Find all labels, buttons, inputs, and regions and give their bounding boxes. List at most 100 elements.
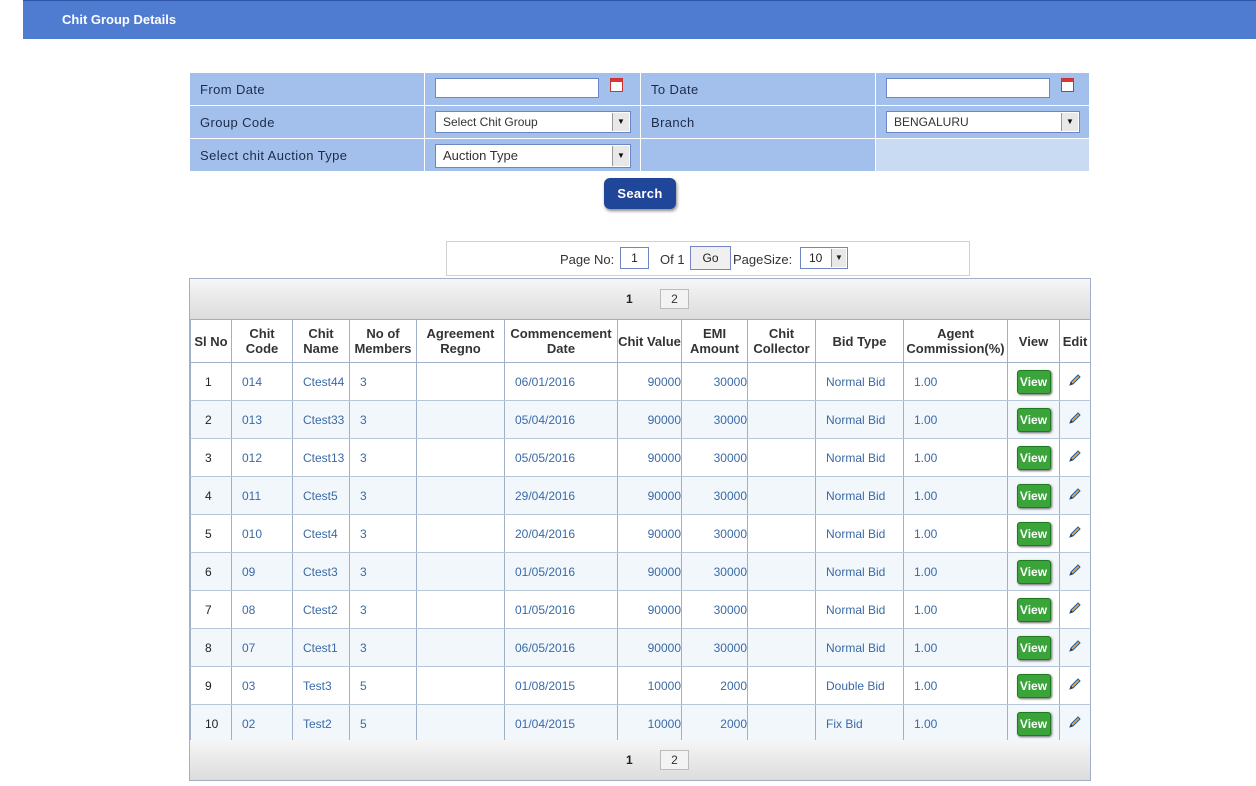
calendar-icon[interactable] (610, 78, 623, 92)
chevron-down-icon[interactable]: ▼ (612, 146, 629, 166)
sl-cell: 8 (190, 628, 232, 667)
group-code-select[interactable]: Select Chit Group ▼ (435, 111, 631, 133)
view-button[interactable]: View (1016, 635, 1051, 660)
chit-name-cell: Ctest13 (292, 438, 350, 477)
group-code-cell: Select Chit Group ▼ (424, 105, 641, 139)
page-link-2[interactable]: 2 (660, 750, 689, 770)
chit-code-cell: 013 (231, 400, 293, 439)
pencil-icon[interactable] (1068, 563, 1082, 577)
empty-cell (875, 138, 1090, 172)
empty-cell (640, 138, 876, 172)
agreement-cell (416, 590, 505, 629)
branch-select[interactable]: BENGALURU ▼ (886, 111, 1080, 133)
go-button[interactable]: Go (690, 246, 731, 270)
view-button[interactable]: View (1016, 483, 1051, 508)
chit-code-cell: 08 (231, 590, 293, 629)
table-row: 3 012 Ctest13 3 05/05/2016 90000 30000 Normal B… (190, 438, 1091, 477)
sl-cell: 7 (190, 590, 232, 629)
pencil-icon[interactable] (1068, 449, 1082, 463)
chit-value-cell: 10000 (617, 666, 682, 705)
search-button[interactable]: Search (604, 178, 676, 209)
page-no-input[interactable]: 1 (620, 247, 649, 269)
date-cell: 06/01/2016 (504, 362, 618, 401)
view-button[interactable]: View (1016, 521, 1051, 546)
pencil-icon[interactable] (1068, 487, 1082, 501)
page-link-2[interactable]: 2 (660, 289, 689, 309)
col-view: View (1007, 319, 1060, 363)
pencil-icon[interactable] (1068, 639, 1082, 653)
bid-type-cell: Normal Bid (815, 438, 904, 477)
collector-cell (747, 552, 816, 591)
view-button[interactable]: View (1016, 597, 1051, 622)
chevron-down-icon[interactable]: ▼ (831, 249, 846, 267)
from-date-input[interactable] (435, 78, 599, 98)
collector-cell (747, 362, 816, 401)
commission-cell: 1.00 (903, 590, 1008, 629)
view-cell: View (1007, 666, 1060, 705)
page-size-select[interactable]: 10 ▼ (800, 247, 848, 269)
edit-cell (1059, 476, 1091, 515)
chit-code-cell: 02 (231, 704, 293, 743)
sl-cell: 9 (190, 666, 232, 705)
emi-cell: 30000 (681, 514, 748, 553)
date-cell: 05/04/2016 (504, 400, 618, 439)
emi-cell: 2000 (681, 704, 748, 743)
from-date-cell (424, 72, 641, 106)
to-date-cell (875, 72, 1090, 106)
auction-type-select[interactable]: Auction Type ▼ (435, 144, 631, 168)
auction-type-label: Select chit Auction Type (189, 138, 425, 172)
chit-name-cell: Test2 (292, 704, 350, 743)
table-body: 1 014 Ctest44 3 06/01/2016 90000 30000 Normal B… (190, 362, 1091, 743)
col-members: No of Members (349, 319, 417, 363)
agreement-cell (416, 362, 505, 401)
current-page: 1 (626, 753, 633, 767)
calendar-icon[interactable] (1061, 78, 1074, 92)
agreement-cell (416, 666, 505, 705)
branch-cell: BENGALURU ▼ (875, 105, 1090, 139)
edit-cell (1059, 666, 1091, 705)
members-cell: 3 (349, 514, 417, 553)
bid-type-cell: Normal Bid (815, 514, 904, 553)
view-button[interactable]: View (1016, 559, 1051, 584)
chit-name-cell: Ctest4 (292, 514, 350, 553)
pencil-icon[interactable] (1068, 373, 1082, 387)
view-button[interactable]: View (1016, 711, 1051, 736)
page-header: Chit Group Details (23, 0, 1256, 39)
auction-type-value: Auction Type (443, 148, 518, 163)
view-cell: View (1007, 590, 1060, 629)
edit-cell (1059, 362, 1091, 401)
pencil-icon[interactable] (1068, 715, 1082, 729)
sl-cell: 6 (190, 552, 232, 591)
chevron-down-icon[interactable]: ▼ (1061, 113, 1078, 131)
table-row: 7 08 Ctest2 3 01/05/2016 90000 30000 Normal Bid… (190, 590, 1091, 629)
view-cell: View (1007, 552, 1060, 591)
pencil-icon[interactable] (1068, 677, 1082, 691)
collector-cell (747, 590, 816, 629)
col-commencement-date: Commencement Date (504, 319, 618, 363)
chit-code-cell: 014 (231, 362, 293, 401)
view-cell: View (1007, 476, 1060, 515)
view-button[interactable]: View (1016, 673, 1051, 698)
chevron-down-icon[interactable]: ▼ (612, 113, 629, 131)
emi-cell: 2000 (681, 666, 748, 705)
collector-cell (747, 476, 816, 515)
to-date-input[interactable] (886, 78, 1050, 98)
sl-cell: 10 (190, 704, 232, 743)
members-cell: 3 (349, 552, 417, 591)
pencil-icon[interactable] (1068, 411, 1082, 425)
col-agreement-regno: Agreement Regno (416, 319, 505, 363)
view-button[interactable]: View (1016, 369, 1051, 394)
pencil-icon[interactable] (1068, 525, 1082, 539)
view-button[interactable]: View (1016, 445, 1051, 470)
from-date-label: From Date (189, 72, 425, 106)
pencil-icon[interactable] (1068, 601, 1082, 615)
group-code-label: Group Code (189, 105, 425, 139)
sl-cell: 5 (190, 514, 232, 553)
view-button[interactable]: View (1016, 407, 1051, 432)
chit-name-cell: Ctest2 (292, 590, 350, 629)
date-cell: 01/05/2016 (504, 552, 618, 591)
commission-cell: 1.00 (903, 552, 1008, 591)
emi-cell: 30000 (681, 438, 748, 477)
agreement-cell (416, 514, 505, 553)
view-cell: View (1007, 628, 1060, 667)
